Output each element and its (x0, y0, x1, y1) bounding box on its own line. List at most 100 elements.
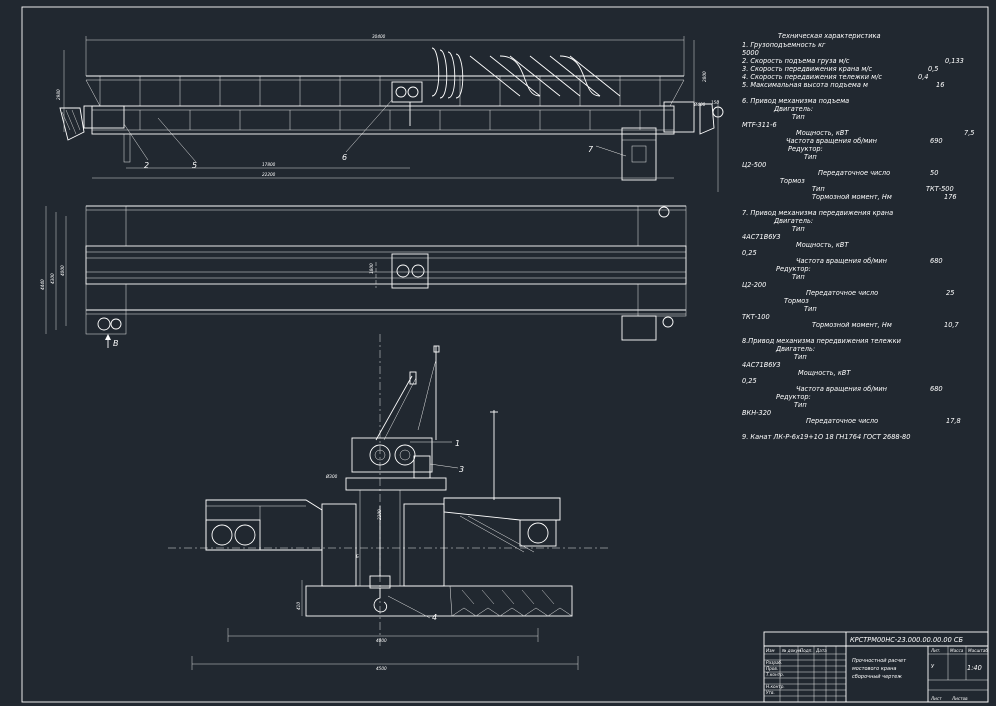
drawing-title-line3: сборочный чертеж (852, 674, 902, 680)
spec-line: Тип (792, 113, 805, 121)
tb-rev: Изм (766, 648, 775, 653)
dim-side-gauge: 4000 (376, 638, 387, 643)
spec-value: 4АС71В6У3 (742, 233, 781, 241)
spec-line: 5000 (742, 49, 759, 57)
spec-value: 680 (930, 257, 943, 265)
spec-line: Тормозной момент, Нм (812, 193, 892, 201)
spec-line: Передаточное число (806, 289, 878, 297)
dim-plan-overall: 4440 (40, 279, 45, 290)
spec-line: Двигатель: (773, 105, 813, 113)
tb-sheet: Лист (930, 696, 942, 701)
dim-height-right: 2800 (702, 71, 707, 82)
tb-role: Т.контр. (766, 672, 784, 677)
spec-line: Частота вращения об/мин (786, 137, 878, 145)
spec-line: Передаточное число (806, 417, 878, 425)
spec-line: Частота вращения об/мин (796, 257, 888, 265)
spec-line: Двигатель: (775, 345, 815, 353)
spec-line: Тормоз (784, 297, 809, 305)
dim-span-crane: 22200 (262, 172, 276, 177)
spec-line: Частота вращения об/мин (796, 385, 888, 393)
spec-line: Мощность, кВТ (798, 369, 851, 377)
spec-value: 0,133 (945, 57, 964, 65)
side-view: Ø300 2200 Б 410 4000 4500 1 3 4 (168, 334, 610, 671)
tb-role: Н.контр. (766, 684, 785, 689)
spec-title: Техническая характеристика (778, 32, 881, 40)
spec-value: 0,4 (918, 73, 929, 81)
spec-line: Редуктор: (776, 393, 811, 401)
tb-role: Разраб. (766, 660, 782, 665)
tb-header-mass: Масса (950, 648, 964, 653)
spec-line: Тип (804, 153, 817, 161)
dim-wheel-dia: Ø400 (693, 102, 706, 107)
dim-span-total: 30400 (372, 34, 386, 39)
dim-side-base: 4500 (376, 666, 387, 671)
spec-value: ВКН-320 (742, 409, 771, 417)
dim-side-lift: 2200 (377, 509, 382, 520)
spec-value: 0,5 (928, 65, 939, 73)
spec-line: 2. Скорость подъема груза м/с (742, 57, 850, 65)
spec-line: Тормозной момент, Нм (812, 321, 892, 329)
spec-value: Ц2-200 (742, 281, 766, 289)
spec-value: 0,25 (742, 377, 757, 385)
spec-line: 6. Привод механизма подъема (742, 97, 849, 105)
spec-value: Ц2-500 (742, 161, 766, 169)
spec-line: 8.Привод механизма передвижения тележки (742, 337, 902, 345)
spec-line: Тип (812, 185, 825, 193)
spec-line: 1. Грузоподъемность кг (742, 41, 826, 49)
front-view: 30400 2980 2800 Ø400 150 17800 22200 2 5… (56, 34, 724, 192)
spec-value: 25 (946, 289, 954, 297)
spec-line: Передаточное число (818, 169, 890, 177)
spec-value: 176 (944, 193, 957, 201)
spec-line: 7. Привод механизма передвижения крана (742, 209, 893, 217)
spec-value: 0,25 (742, 249, 757, 257)
spec-line: Мощность, кВТ (796, 241, 849, 249)
spec-line: Тип (792, 273, 805, 281)
tb-sign: Подп. (800, 648, 813, 653)
spec-value: ТКТ-100 (742, 313, 770, 321)
spec-value: ТКТ-500 (926, 185, 954, 193)
callout-1: 1 (455, 439, 460, 448)
spec-value: 7,5 (964, 129, 975, 137)
spec-value: 10,7 (944, 321, 959, 329)
spec-line: Редуктор: (776, 265, 811, 273)
drawing-title-line1: Прочностной расчет (852, 658, 907, 664)
spec-value: MTF-311-6 (742, 121, 777, 129)
tb-header-scale: Масштаб (968, 648, 988, 653)
tb-sheets: Листов (951, 696, 968, 701)
tb-date: Дата (815, 648, 827, 653)
callout-7: 7 (588, 145, 594, 154)
spec-line: Тип (794, 401, 807, 409)
dim-side-rail: 410 (296, 602, 301, 610)
title-block: КРСТРМ00НС-23.000.00.00.00 СБ Прочностно… (763, 631, 989, 703)
spec-line: Редуктор: (788, 145, 823, 153)
plan-view: 1800 4440 4300 4000 В (40, 205, 687, 348)
spec-line: Тормоз (780, 177, 805, 185)
spec-line: 3. Скорость передвижения крана м/с (742, 65, 873, 73)
callout-6: 6 (342, 153, 347, 162)
drawing-title-line2: мостового крана (852, 666, 896, 672)
drawing-sheet: 30400 2980 2800 Ø400 150 17800 22200 2 5… (0, 0, 996, 706)
tb-scale: 1:40 (967, 664, 982, 672)
callout-4: 4 (432, 613, 437, 622)
dim-plan-wheelbase: 4300 (50, 273, 55, 284)
dim-plan-inner: 4000 (60, 265, 65, 276)
spec-value: 690 (930, 137, 943, 145)
spec-line: 9. Канат ЛК-Р-6х19+1О 18 ГН1764 ГОСТ 268… (742, 433, 910, 441)
dim-rail-height: 150 (711, 100, 719, 105)
spec-line: 4. Скорость передвижения тележки м/с (742, 73, 882, 81)
spec-value: 16 (936, 81, 944, 89)
spec-line: Двигатель: (773, 217, 813, 225)
dim-height-left: 2980 (56, 89, 61, 100)
spec-value: 17,8 (946, 417, 961, 425)
spec-line: Тип (794, 353, 807, 361)
side-label-b: Б (356, 554, 359, 559)
tb-header-lit: Лит. (930, 648, 941, 653)
drawing-canvas: 30400 2980 2800 Ø400 150 17800 22200 2 5… (21, 6, 989, 703)
callout-5: 5 (192, 161, 197, 170)
sheet-frame (21, 6, 989, 703)
drawing-code: КРСТРМ00НС-23.000.00.00.00 СБ (850, 636, 964, 644)
dim-span-trolley: 17800 (262, 162, 276, 167)
spec-line: Тип (792, 225, 805, 233)
dim-side-gear: Ø300 (325, 474, 338, 479)
callout-3: 3 (459, 465, 464, 474)
